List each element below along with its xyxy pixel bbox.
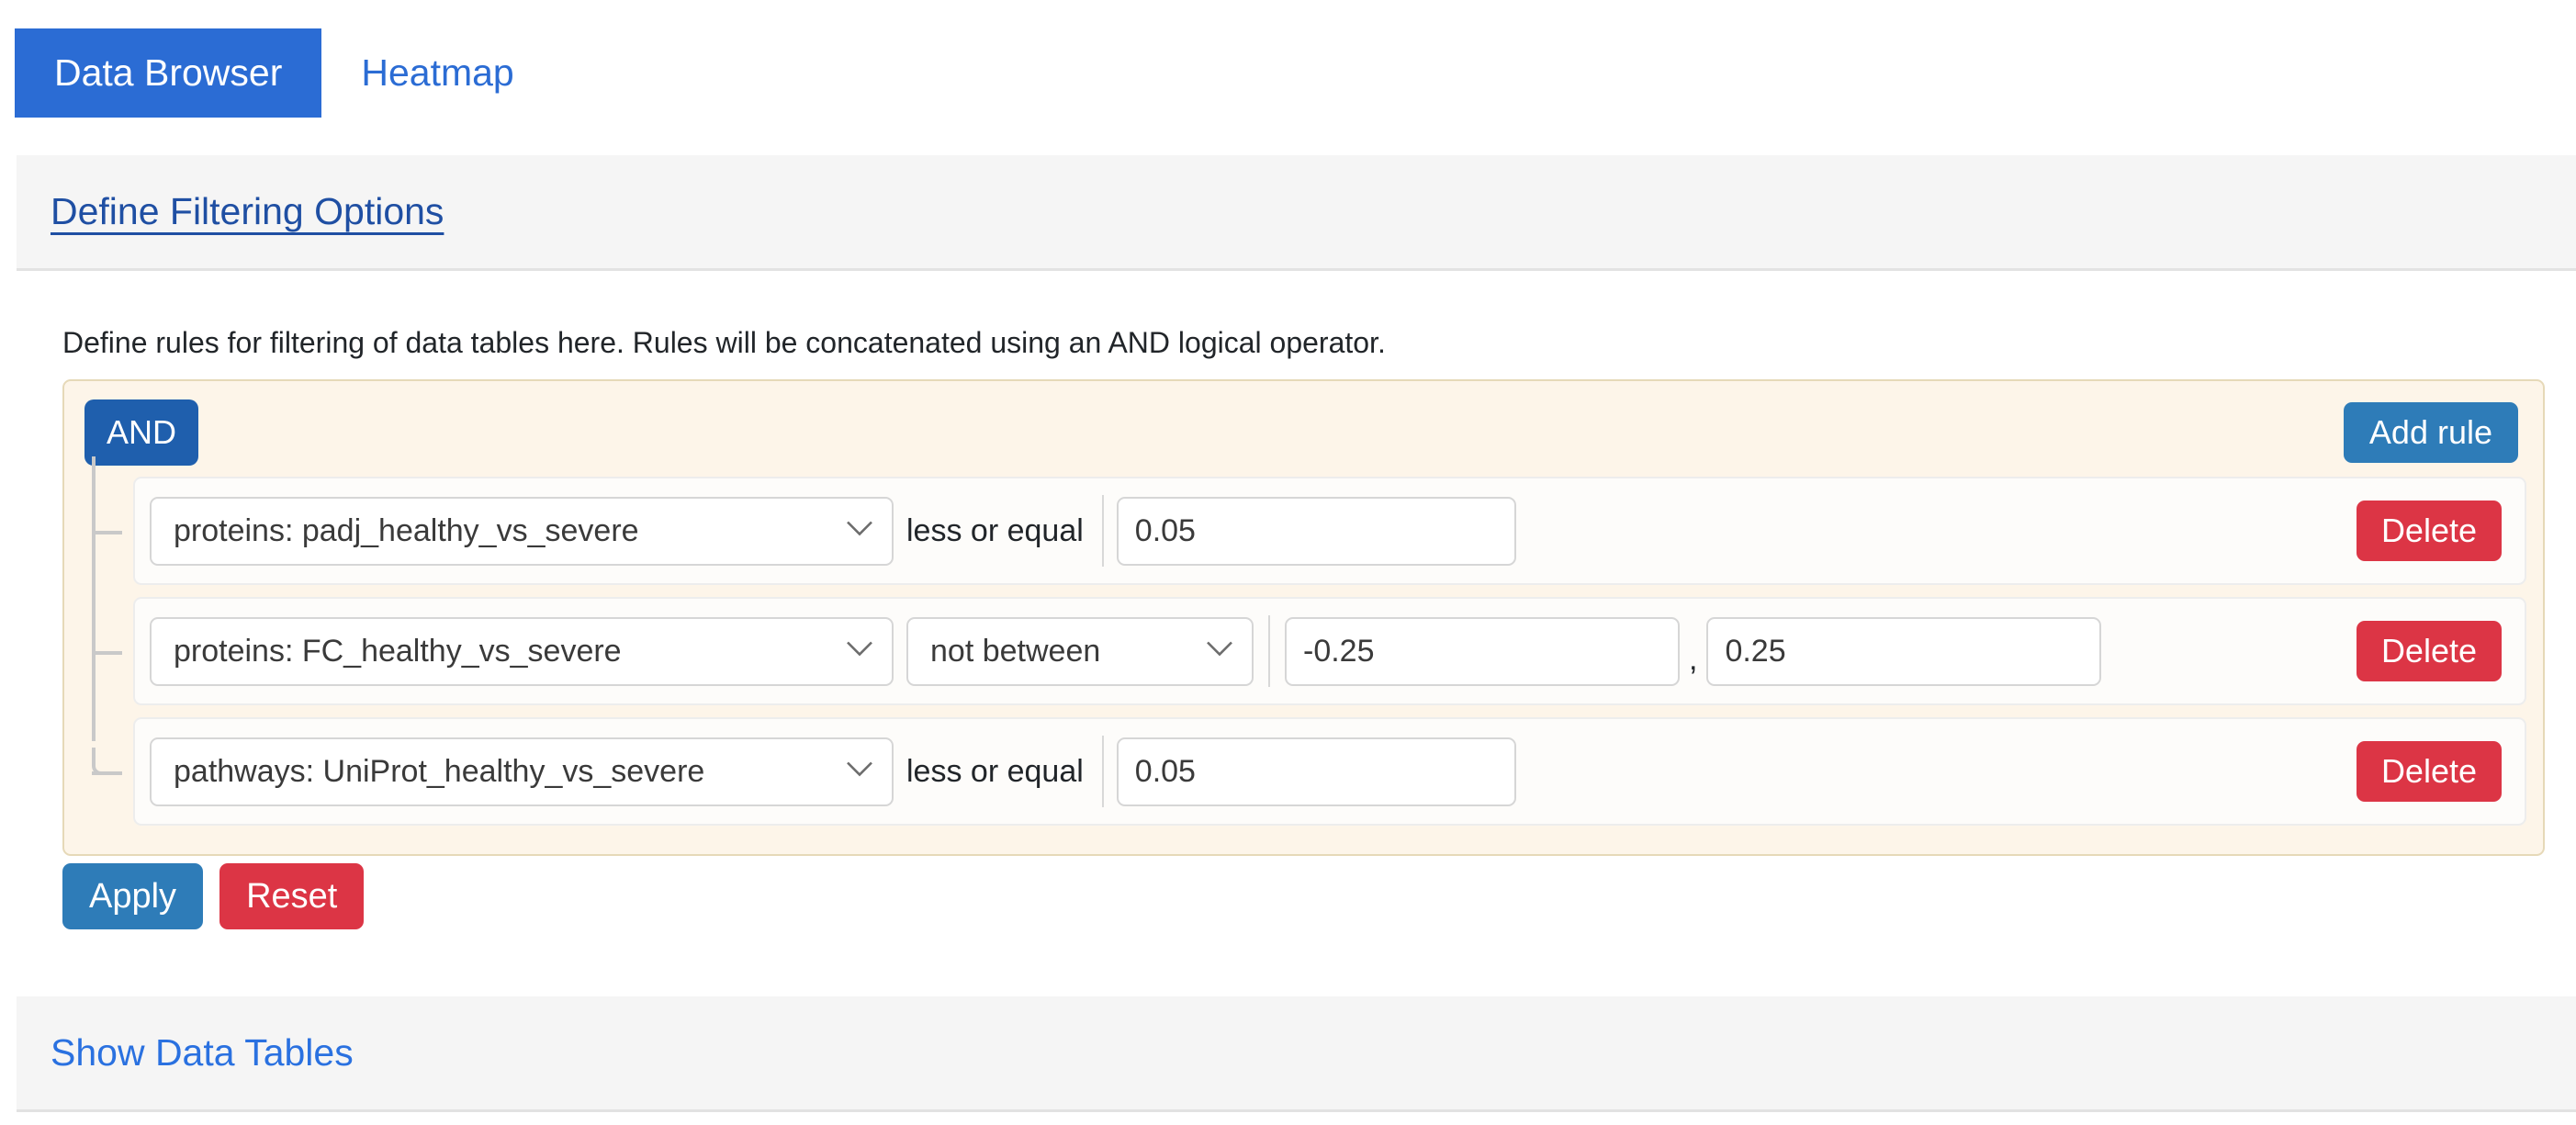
tab-heatmap[interactable]: Heatmap <box>321 28 553 118</box>
filter-action-row: Apply Reset <box>62 863 365 929</box>
rule-filter-select-wrapper: pathways: UniProt_healthy_vs_severe <box>150 737 894 806</box>
rule-filter-select[interactable]: proteins: FC_healthy_vs_severe <box>150 616 894 686</box>
rule-divider <box>1268 615 1270 687</box>
filter-description: Define rules for filtering of data table… <box>62 326 1386 359</box>
rule-row-wrapper: proteins: padj_healthy_vs_severe less or… <box>92 477 2526 585</box>
delete-rule-button[interactable]: Delete <box>2356 621 2502 681</box>
show-data-tables-link[interactable]: Show Data Tables <box>51 1031 354 1074</box>
apply-button[interactable]: Apply <box>62 863 204 929</box>
tab-heatmap-label: Heatmap <box>361 51 514 94</box>
rule-row: proteins: FC_healthy_vs_severe not betwe… <box>133 597 2526 705</box>
show-data-tables-panel-header[interactable]: Show Data Tables <box>17 996 2576 1112</box>
add-rule-button[interactable]: Add rule <box>2343 402 2518 463</box>
tab-bar: Data Browser Heatmap <box>0 0 2576 119</box>
tab-data-browser[interactable]: Data Browser <box>15 28 322 118</box>
rule-operator-label: less or equal <box>906 753 1084 789</box>
query-builder-group: AND Add rule proteins: padj_healthy_vs_s… <box>62 379 2545 856</box>
define-filtering-options-link[interactable]: Define Filtering Options <box>51 190 444 233</box>
tab-data-browser-label: Data Browser <box>54 51 283 94</box>
rule-filter-select-wrapper: proteins: padj_healthy_vs_severe <box>150 496 894 566</box>
rule-operator-label: less or equal <box>906 512 1084 548</box>
rule-operator-select[interactable]: not between <box>906 616 1254 686</box>
reset-button[interactable]: Reset <box>219 863 365 929</box>
define-filtering-options-panel-header[interactable]: Define Filtering Options <box>17 155 2576 271</box>
rule-divider <box>1101 736 1104 807</box>
rule-filter-select[interactable]: proteins: padj_healthy_vs_severe <box>150 496 894 566</box>
rule-filter-select[interactable]: pathways: UniProt_healthy_vs_severe <box>150 737 894 806</box>
query-builder-group-header: AND Add rule <box>84 398 2526 467</box>
rule-row-wrapper: proteins: FC_healthy_vs_severe not betwe… <box>92 597 2526 705</box>
rule-value-input-to[interactable] <box>1706 616 2102 686</box>
rule-divider <box>1101 495 1104 567</box>
rule-filter-select-wrapper: proteins: FC_healthy_vs_severe <box>150 616 894 686</box>
rule-value-input[interactable] <box>1116 496 1516 566</box>
rule-row: pathways: UniProt_healthy_vs_severe less… <box>133 717 2526 826</box>
delete-rule-button[interactable]: Delete <box>2356 501 2502 561</box>
rule-row-wrapper: pathways: UniProt_healthy_vs_severe less… <box>92 717 2526 826</box>
rule-value-input[interactable] <box>1116 737 1516 806</box>
rule-operator-select-wrapper: not between <box>906 616 1254 686</box>
rule-row: proteins: padj_healthy_vs_severe less or… <box>133 477 2526 585</box>
group-condition-and-button[interactable]: AND <box>84 399 199 466</box>
query-builder-rules-list: proteins: padj_healthy_vs_severe less or… <box>84 456 2526 826</box>
delete-rule-button[interactable]: Delete <box>2356 741 2502 802</box>
filter-panel-body: Define rules for filtering of data table… <box>0 271 2576 929</box>
rule-value-separator: , <box>1689 642 1698 677</box>
rule-value-input-from[interactable] <box>1285 616 1680 686</box>
